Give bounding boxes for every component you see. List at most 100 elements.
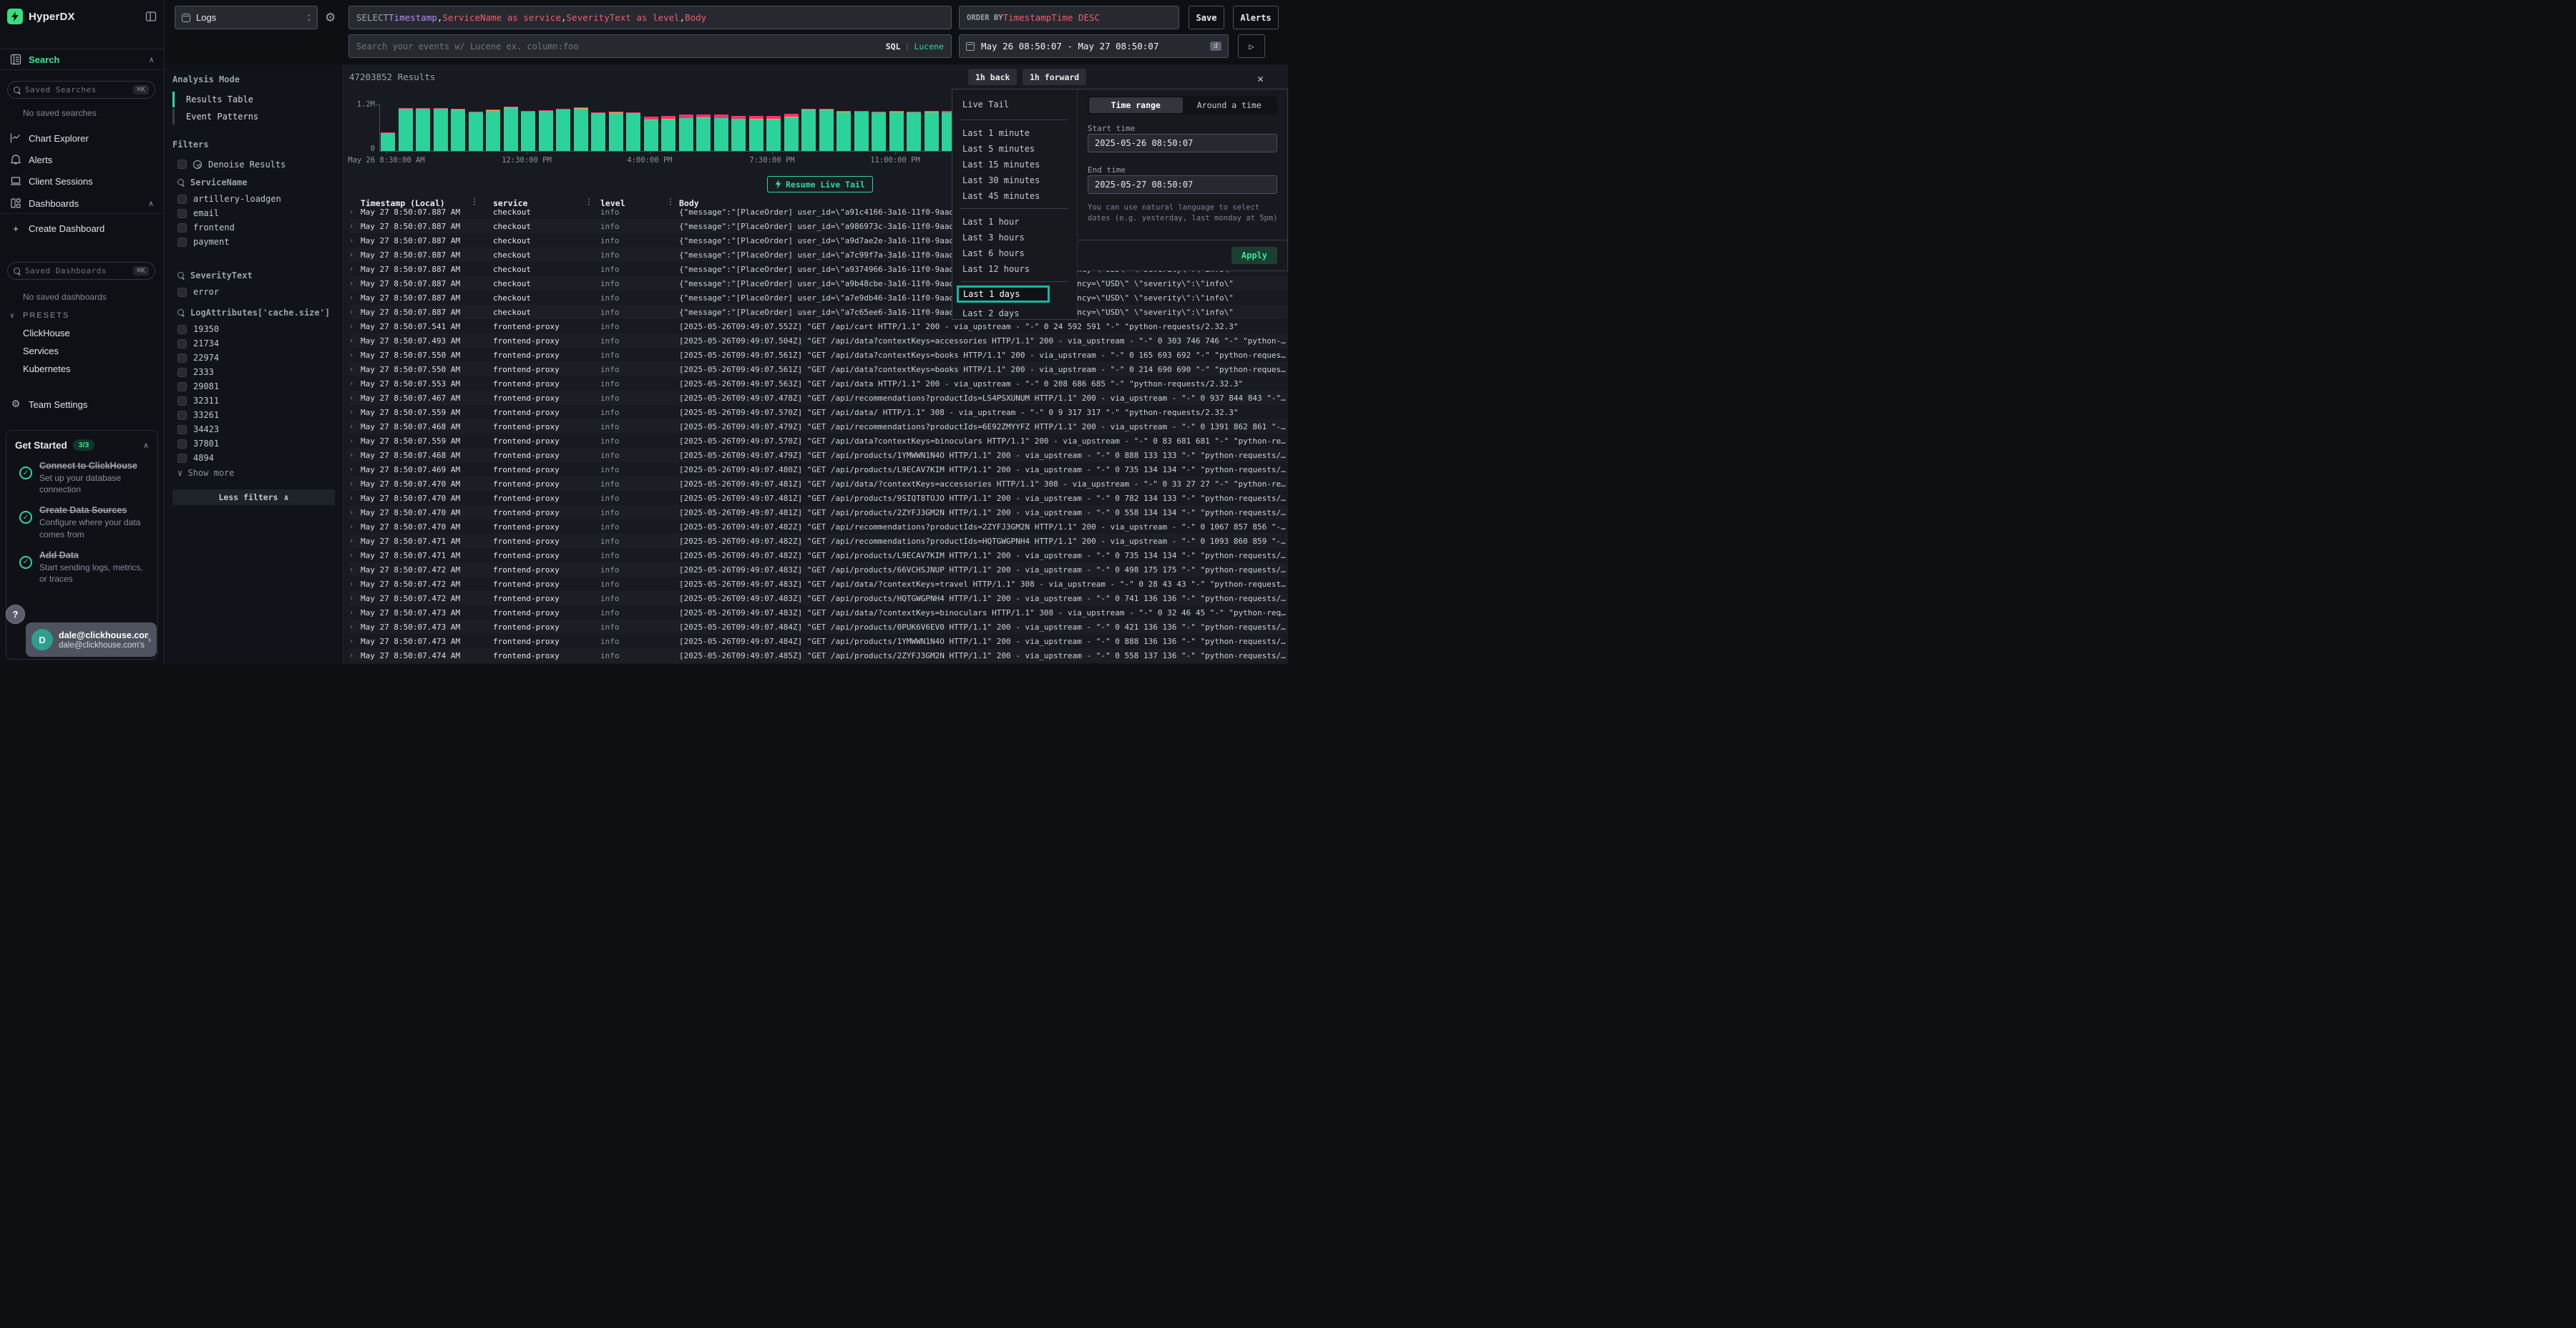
row-expand-chevron-icon[interactable]: › <box>349 208 361 216</box>
sidebar-section-search[interactable]: Search ∧ <box>0 49 164 70</box>
log-row[interactable]: › May 27 8:50:07.471 AM frontend-proxy i… <box>349 534 1288 548</box>
log-row[interactable]: › May 27 8:50:07.559 AM frontend-proxy i… <box>349 405 1288 419</box>
histogram-bar[interactable] <box>766 116 781 151</box>
alerts-button[interactable]: Alerts <box>1233 6 1279 29</box>
filter-value-row[interactable]: error <box>177 285 356 299</box>
log-row[interactable]: › May 27 8:50:07.472 AM frontend-proxy i… <box>349 577 1288 591</box>
option-last-15-minutes[interactable]: Last 15 minutes <box>962 158 1071 171</box>
row-expand-chevron-icon[interactable]: › <box>349 523 361 531</box>
histogram-bar[interactable] <box>784 114 799 152</box>
denoise-results-filter[interactable]: Denoise Results <box>177 158 286 170</box>
log-row[interactable]: › May 27 8:50:07.553 AM frontend-proxy i… <box>349 376 1288 391</box>
show-more-toggle[interactable]: ∨ Show more <box>177 468 235 478</box>
user-menu[interactable]: D dale@clickhouse.com dale@clickhouse.co… <box>26 622 157 657</box>
row-expand-chevron-icon[interactable]: › <box>349 423 361 431</box>
log-row[interactable]: › May 27 8:50:07.472 AM frontend-proxy i… <box>349 562 1288 577</box>
get-started-item[interactable]: ✓ Connect to ClickHouse Set up your data… <box>15 461 149 495</box>
log-row[interactable]: › May 27 8:50:07.559 AM frontend-proxy i… <box>349 434 1288 448</box>
close-icon[interactable]: ✕ <box>1257 72 1264 85</box>
option-last-6-hours[interactable]: Last 6 hours <box>962 247 1071 260</box>
checkbox[interactable] <box>177 160 187 169</box>
option-last-30-minutes[interactable]: Last 30 minutes <box>962 174 1071 187</box>
apply-button[interactable]: Apply <box>1231 247 1277 264</box>
row-expand-chevron-icon[interactable]: › <box>349 466 361 474</box>
date-range-input[interactable]: May 26 08:50:07 - May 27 08:50:07 d <box>959 34 1229 58</box>
mode-results-table[interactable]: Results Table <box>172 92 253 107</box>
less-filters-button[interactable]: Less filters ∧ <box>172 489 335 505</box>
checkbox[interactable] <box>177 368 187 377</box>
log-row[interactable]: › May 27 8:50:07.473 AM frontend-proxy i… <box>349 620 1288 634</box>
checkbox[interactable] <box>177 396 187 406</box>
run-query-button[interactable]: ▷ <box>1238 34 1265 58</box>
histogram-bar[interactable] <box>556 109 570 151</box>
filter-value-row[interactable]: 19350 <box>177 322 356 336</box>
option-last-1-hour[interactable]: Last 1 hour <box>962 215 1071 228</box>
tab-around-a-time[interactable]: Around a time <box>1183 97 1277 113</box>
checkbox[interactable] <box>177 195 187 204</box>
row-expand-chevron-icon[interactable]: › <box>349 337 361 345</box>
sql-select-input[interactable]: SELECT Timestamp , ServiceName as servic… <box>348 6 952 29</box>
histogram-bar[interactable] <box>521 111 535 151</box>
histogram-bar[interactable] <box>574 107 588 151</box>
option-last-45-minutes[interactable]: Last 45 minutes <box>962 190 1071 202</box>
collapse-sidebar-icon[interactable] <box>145 11 157 22</box>
histogram-bar[interactable] <box>661 116 675 151</box>
checkbox[interactable] <box>177 382 187 391</box>
checkbox[interactable] <box>177 339 187 348</box>
source-settings-gear-icon[interactable]: ⚙ <box>325 11 336 25</box>
row-expand-chevron-icon[interactable]: › <box>349 451 361 459</box>
histogram-bar[interactable] <box>889 111 904 151</box>
log-row[interactable]: › May 27 8:50:07.468 AM frontend-proxy i… <box>349 419 1288 434</box>
log-row[interactable]: › May 27 8:50:07.470 AM frontend-proxy i… <box>349 477 1288 491</box>
log-row[interactable]: › May 27 8:50:07.471 AM frontend-proxy i… <box>349 548 1288 562</box>
row-expand-chevron-icon[interactable]: › <box>349 265 361 273</box>
log-row[interactable]: › May 27 8:50:07.468 AM frontend-proxy i… <box>349 448 1288 462</box>
filter-value-row[interactable]: 21734 <box>177 336 356 351</box>
filter-group-servicename[interactable]: ServiceName <box>177 177 247 187</box>
save-button[interactable]: Save <box>1189 6 1224 29</box>
row-expand-chevron-icon[interactable]: › <box>349 623 361 631</box>
search-query-input[interactable]: Search your events w/ Lucene ex. column:… <box>348 34 952 58</box>
row-expand-chevron-icon[interactable]: › <box>349 251 361 259</box>
get-started-item[interactable]: ✓ Create Data Sources Configure where yo… <box>15 505 149 540</box>
log-row[interactable]: › May 27 8:50:07.550 AM frontend-proxy i… <box>349 362 1288 376</box>
histogram-bar[interactable] <box>451 109 465 151</box>
filter-value-row[interactable]: 37801 <box>177 436 356 451</box>
histogram-bar[interactable] <box>381 132 395 151</box>
lucene-mode-toggle[interactable]: Lucene <box>914 42 944 52</box>
checkbox[interactable] <box>177 353 187 363</box>
filter-value-row[interactable]: 4894 <box>177 451 356 465</box>
sidebar-item-chart-explorer[interactable]: Chart Explorer <box>0 129 164 147</box>
row-expand-chevron-icon[interactable]: › <box>349 437 361 445</box>
histogram-bar[interactable] <box>907 112 921 151</box>
sidebar-item-client-sessions[interactable]: Client Sessions <box>0 172 164 190</box>
option-last-1-days-selected[interactable]: Last 1 days <box>957 285 1050 303</box>
checkbox[interactable] <box>177 325 187 334</box>
histogram-bar[interactable] <box>416 108 430 151</box>
chevron-up-icon[interactable]: ∧ <box>148 199 154 208</box>
row-expand-chevron-icon[interactable]: › <box>349 409 361 416</box>
checkbox[interactable] <box>177 425 187 434</box>
row-expand-chevron-icon[interactable]: › <box>349 294 361 302</box>
row-expand-chevron-icon[interactable]: › <box>349 237 361 245</box>
option-last-2-days[interactable]: Last 2 days <box>962 307 1071 320</box>
histogram-bar[interactable] <box>434 108 448 151</box>
histogram-bar[interactable] <box>626 112 640 151</box>
chevron-down-icon[interactable]: ∨ <box>10 312 14 320</box>
histogram-bar[interactable] <box>749 116 763 151</box>
log-row[interactable]: › May 27 8:50:07.467 AM frontend-proxy i… <box>349 391 1288 405</box>
row-expand-chevron-icon[interactable]: › <box>349 308 361 316</box>
log-row[interactable]: › May 27 8:50:07.470 AM frontend-proxy i… <box>349 519 1288 534</box>
filter-group-cache-size[interactable]: LogAttributes['cache.size'] <box>177 308 330 318</box>
filter-value-row[interactable]: payment <box>177 235 356 249</box>
mode-event-patterns[interactable]: Event Patterns <box>172 109 258 125</box>
filter-value-row[interactable]: 29081 <box>177 379 356 394</box>
row-expand-chevron-icon[interactable]: › <box>349 509 361 517</box>
log-row[interactable]: › May 27 8:50:07.887 AM checkout info {"… <box>349 276 1288 290</box>
row-expand-chevron-icon[interactable]: › <box>349 380 361 388</box>
row-expand-chevron-icon[interactable]: › <box>349 580 361 588</box>
row-expand-chevron-icon[interactable]: › <box>349 494 361 502</box>
log-row[interactable]: › May 27 8:50:07.472 AM frontend-proxy i… <box>349 591 1288 605</box>
checkbox[interactable] <box>177 223 187 233</box>
chevron-up-icon[interactable]: ∧ <box>149 55 154 64</box>
